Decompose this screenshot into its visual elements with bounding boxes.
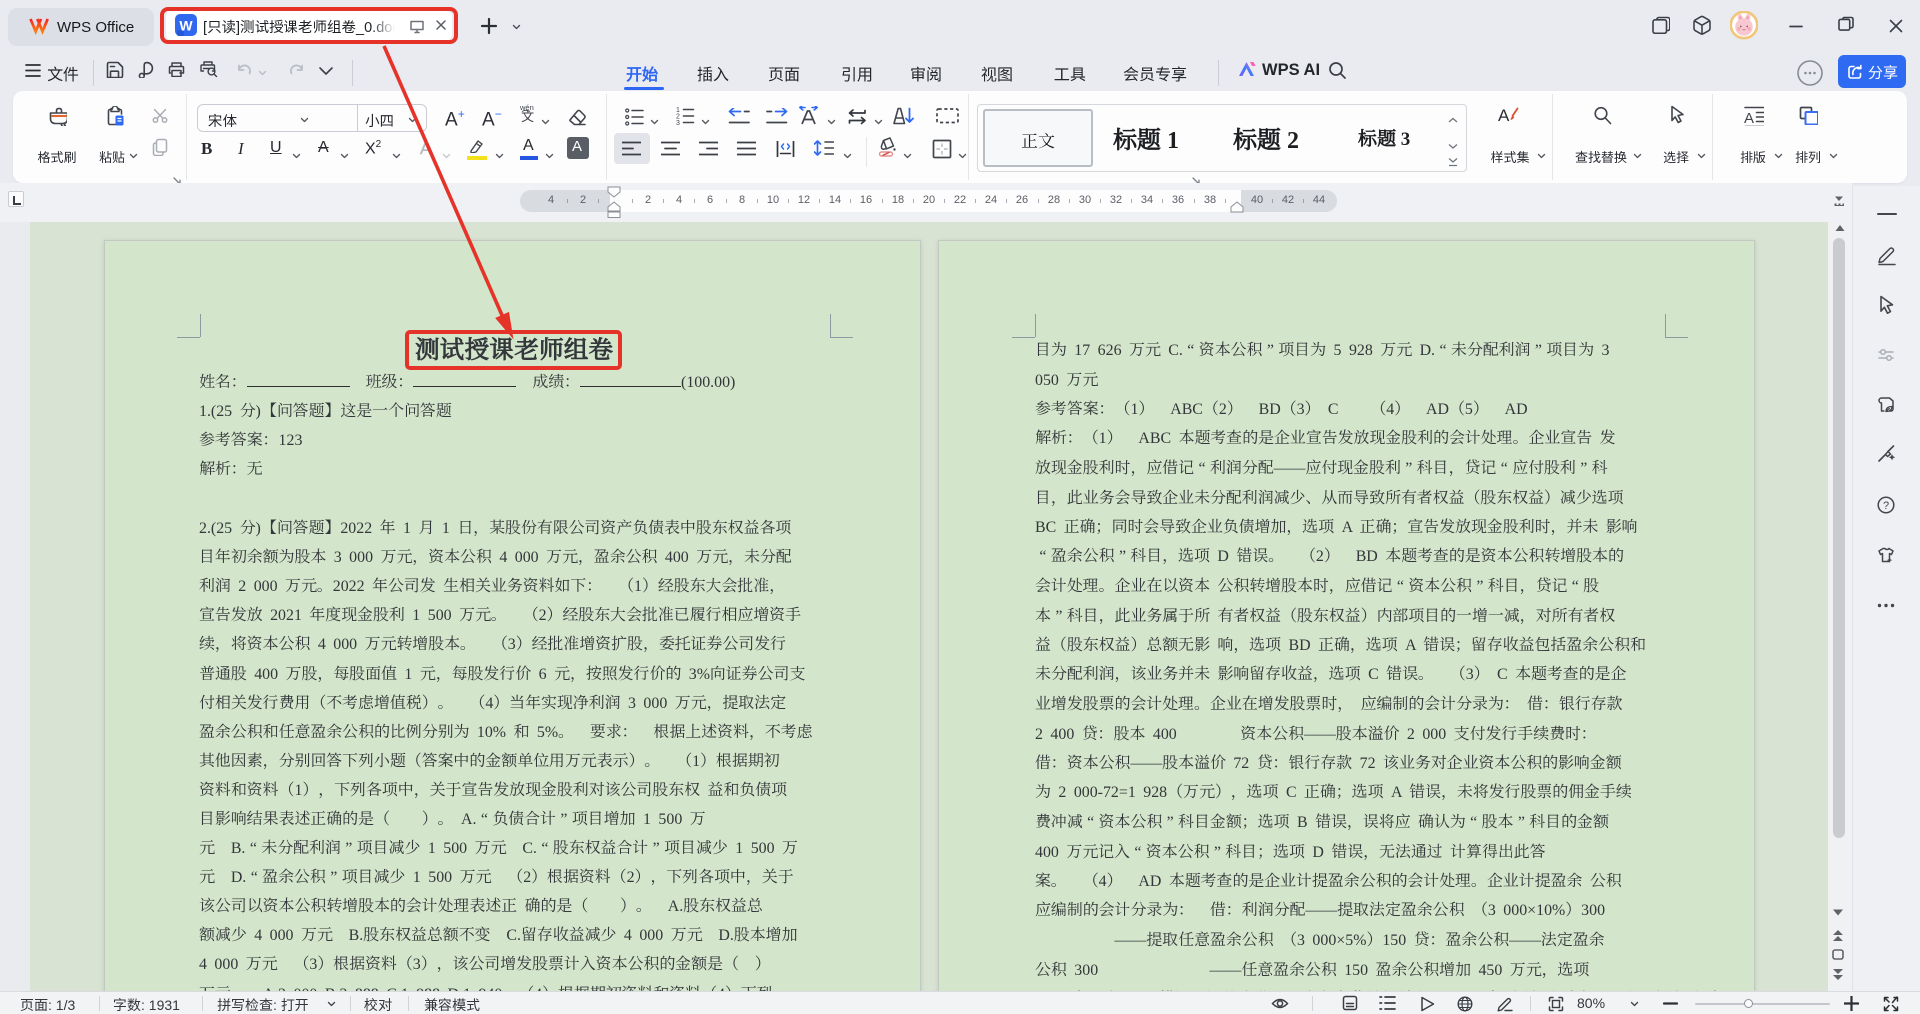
svg-text:wén: wén [519, 104, 534, 112]
svg-text:3: 3 [676, 120, 680, 127]
svg-text:A: A [1498, 106, 1510, 125]
svg-text:?: ? [1883, 500, 1889, 512]
svg-text:A: A [1744, 110, 1754, 126]
